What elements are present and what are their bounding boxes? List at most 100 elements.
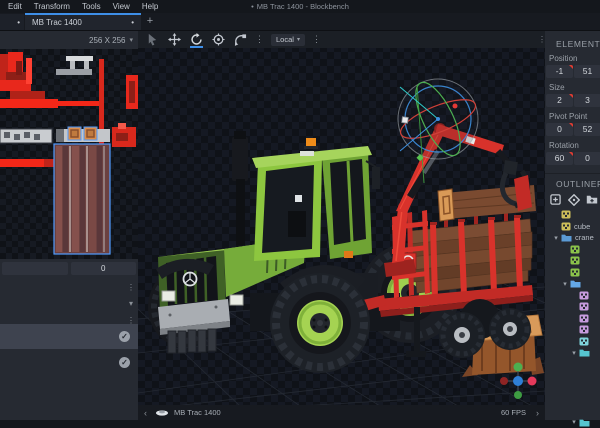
transform-space-dropdown[interactable]: Local ▾ xyxy=(271,34,305,46)
outliner-toolbar xyxy=(549,193,600,206)
add-cube-button[interactable] xyxy=(549,193,562,206)
rotation-input-y[interactable]: 0 xyxy=(574,152,600,165)
cube-icon xyxy=(579,302,589,311)
camera-angle-label[interactable]: MB Trac 1400 xyxy=(174,408,221,417)
cube-icon xyxy=(570,268,580,277)
size-input-x[interactable]: 2 xyxy=(546,94,573,107)
uv-slider-row: 0 xyxy=(2,262,136,275)
add-cube-icon xyxy=(550,194,561,205)
chevron-down-icon: ▾ xyxy=(297,34,300,46)
outliner-cube-row[interactable] xyxy=(545,244,600,256)
menu-item-edit[interactable]: Edit xyxy=(2,0,28,13)
view-axis-gizmo[interactable] xyxy=(497,360,539,402)
rotation-input-x[interactable]: 60 xyxy=(546,152,573,165)
outliner-cube-row[interactable] xyxy=(545,301,600,313)
rotation-gizmo[interactable] xyxy=(396,76,480,183)
tab-previous-partial[interactable]: • xyxy=(0,14,24,30)
vertex-snap-icon xyxy=(234,33,247,46)
panel-menu-dots-icon[interactable]: ⋮ xyxy=(127,284,135,292)
uv-editor-canvas[interactable] xyxy=(0,49,138,259)
pivot-tool-button[interactable] xyxy=(211,32,226,47)
element-fields: Position-151Size23Pivot Point052Rotation… xyxy=(545,54,600,165)
position-label: Position xyxy=(549,54,600,63)
texture-size-dropdown[interactable]: 256 X 256 ▾ xyxy=(89,33,133,47)
texture-enabled-check-icon[interactable]: ✓ xyxy=(119,331,130,342)
vertex-snap-tool-button[interactable] xyxy=(233,32,248,47)
tab-label: MB Trac 1400 xyxy=(32,18,131,27)
texture-enabled-check-icon[interactable]: ✓ xyxy=(119,357,130,368)
blockbench-window: { "window": { "unsaved_indicator": "•", … xyxy=(0,0,600,420)
chevron-down-icon[interactable]: ▾ xyxy=(569,418,579,426)
chevron-left-icon[interactable]: ‹ xyxy=(138,408,153,418)
add-group-button[interactable] xyxy=(585,193,598,206)
menu-item-view[interactable]: View xyxy=(107,0,136,13)
uv-slider-left-input[interactable] xyxy=(2,262,68,275)
folder-plus-icon xyxy=(586,194,598,205)
tab-mb-trac-1400[interactable]: MB Trac 1400 • xyxy=(25,13,141,30)
element-panel-title: ELEMENT xyxy=(545,39,600,49)
title-bar: EditTransformToolsViewHelp •MB Trac 1400… xyxy=(0,0,600,13)
outliner-cube-row[interactable] xyxy=(545,209,600,221)
menu-item-tools[interactable]: Tools xyxy=(76,0,107,13)
viewport-canvas[interactable] xyxy=(138,31,545,406)
outliner-cube-row[interactable] xyxy=(545,255,600,267)
position-input-x[interactable]: -1 xyxy=(546,65,573,78)
outliner-group-row[interactable]: ▾ xyxy=(545,347,600,359)
texture-atlas xyxy=(0,49,138,259)
add-mesh-button[interactable] xyxy=(567,193,580,206)
panel-resize-handle[interactable]: ⋮ xyxy=(538,36,546,44)
outliner-cube-row[interactable] xyxy=(545,313,600,325)
outliner-cube-row[interactable] xyxy=(545,336,600,348)
toolbar-menu-dots-icon[interactable]: ⋮ xyxy=(255,32,264,47)
outliner-cube-row[interactable] xyxy=(545,324,600,336)
group-folder-icon xyxy=(579,418,590,427)
outliner-group-row[interactable]: ▾ xyxy=(545,417,600,428)
outliner-item-label: cube xyxy=(574,222,590,231)
outliner-group-row[interactable]: ▾crane xyxy=(545,232,600,244)
move-tool-button[interactable] xyxy=(167,32,182,47)
viewport-3d[interactable]: ⋮ Local ▾ ⋮ ‹ MB Trac 1400 60 FPS › xyxy=(138,30,545,420)
rotate-tool-button[interactable] xyxy=(189,32,204,47)
new-tab-button[interactable]: + xyxy=(143,14,157,29)
menu-item-help[interactable]: Help xyxy=(136,0,164,13)
pivot-point-input-y[interactable]: 52 xyxy=(574,123,600,136)
gizmo-tool-button[interactable] xyxy=(145,32,160,47)
pivot-icon xyxy=(212,33,225,46)
viewport-status-bar: ‹ MB Trac 1400 60 FPS › xyxy=(138,405,545,420)
pivot-point-input-x[interactable]: 0 xyxy=(546,123,573,136)
texture-row-selected[interactable]: ✓ xyxy=(0,324,138,349)
toolbar-menu-dots-icon[interactable]: ⋮ xyxy=(312,32,321,47)
size-input-y[interactable]: 3 xyxy=(574,94,600,107)
axis-x-positive[interactable] xyxy=(528,377,537,386)
size-inputs: 23 xyxy=(546,94,600,107)
chevron-down-icon[interactable]: ▾ xyxy=(569,349,579,357)
unsaved-dot-icon[interactable]: • xyxy=(131,18,134,27)
menu-item-transform[interactable]: Transform xyxy=(28,0,76,13)
texture-size-label: 256 X 256 xyxy=(89,36,125,45)
cube-icon xyxy=(561,210,571,219)
outliner-cube-row[interactable]: cube xyxy=(545,221,600,233)
axis-z-center[interactable] xyxy=(513,376,523,386)
outliner-cube-row[interactable] xyxy=(545,290,600,302)
uv-selected-wood-planks[interactable] xyxy=(54,144,110,254)
texture-row[interactable]: ✓ xyxy=(0,350,138,375)
modified-marker-icon xyxy=(569,65,573,69)
axis-y-positive[interactable] xyxy=(514,363,523,372)
cube-icon xyxy=(579,291,589,300)
axis-x-negative[interactable] xyxy=(500,377,508,385)
chevron-down-icon[interactable]: ▾ xyxy=(551,234,561,242)
outliner-cube-row[interactable] xyxy=(545,267,600,279)
project-tab-bar: • MB Trac 1400 • + xyxy=(0,13,600,30)
position-input-y[interactable]: 51 xyxy=(574,65,600,78)
group-folder-icon xyxy=(561,233,572,242)
field-group-position: Position -151 xyxy=(546,54,600,78)
outliner-group-row[interactable]: ▾ xyxy=(545,278,600,290)
field-group-size: Size23 xyxy=(546,83,600,107)
axis-y-negative[interactable] xyxy=(514,391,522,399)
chevron-right-icon[interactable]: › xyxy=(530,408,545,418)
uv-slider-right-input[interactable]: 0 xyxy=(71,262,137,275)
modified-marker-icon xyxy=(569,94,573,98)
chevron-down-icon[interactable]: ▾ xyxy=(560,280,570,288)
chevron-down-icon[interactable]: ▾ xyxy=(129,299,133,308)
main-toolbar: ⋮ Local ▾ ⋮ xyxy=(138,31,545,48)
